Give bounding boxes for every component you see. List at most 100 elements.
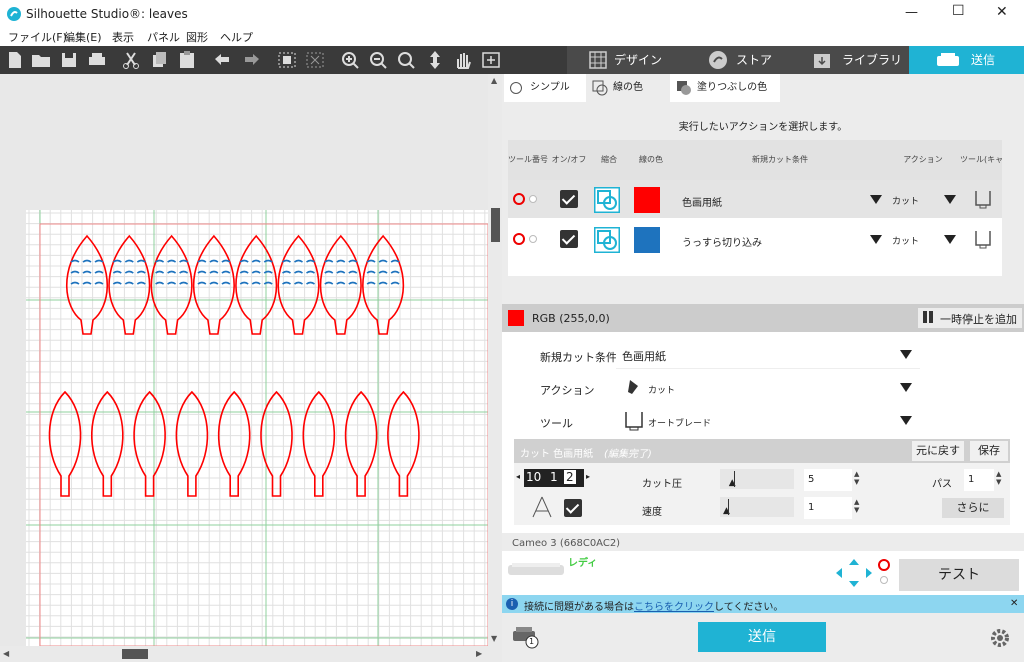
tool2-indicator-icon[interactable] bbox=[529, 235, 537, 243]
speed-input[interactable]: 1 bbox=[804, 497, 852, 519]
copy-icon[interactable] bbox=[148, 50, 170, 70]
design-canvas[interactable] bbox=[0, 74, 488, 646]
help-link[interactable]: こちらをクリック bbox=[634, 602, 714, 613]
cut-settings-note: (編集完了) bbox=[604, 449, 652, 460]
tab-send[interactable]: 送信 bbox=[909, 46, 1024, 74]
gear-icon[interactable] bbox=[990, 628, 1010, 648]
row-enabled-checkbox[interactable] bbox=[560, 190, 578, 208]
scroll-down-icon[interactable]: ▼ bbox=[491, 634, 497, 643]
scroll-left-icon[interactable]: ◀ bbox=[3, 649, 9, 658]
horizontal-scroll-thumb[interactable] bbox=[122, 649, 148, 659]
speed-slider[interactable]: ▲ bbox=[720, 497, 794, 517]
zoom-fit-icon[interactable] bbox=[396, 50, 418, 70]
table-row[interactable]: うっすら切り込み カット bbox=[508, 220, 1002, 258]
cut-icon[interactable] bbox=[120, 50, 142, 70]
vertical-scrollbar[interactable]: ▲ ▼ bbox=[488, 74, 502, 646]
scroll-right-icon[interactable]: ▶ bbox=[476, 649, 482, 658]
minimize-button[interactable]: — bbox=[905, 5, 918, 20]
store-logo-icon bbox=[709, 51, 727, 69]
open-folder-icon[interactable] bbox=[30, 50, 52, 70]
tab-fill-color[interactable]: 塗りつぶしの色 bbox=[670, 74, 780, 102]
pressure-spinner-icon[interactable]: ▲ ▼ bbox=[854, 470, 859, 486]
maximize-button[interactable]: ☐ bbox=[952, 3, 965, 19]
revert-button[interactable]: 元に戻す bbox=[912, 441, 964, 461]
menu-panel[interactable]: パネル bbox=[147, 29, 180, 45]
ungroup-icon[interactable] bbox=[304, 50, 326, 70]
close-window-button[interactable]: ✕ bbox=[996, 4, 1008, 20]
fill-color-icon bbox=[677, 81, 691, 95]
paste-icon[interactable] bbox=[176, 50, 198, 70]
undo-icon[interactable] bbox=[212, 50, 234, 70]
pressure-input[interactable]: 5 bbox=[804, 469, 852, 491]
zoom-in-icon[interactable] bbox=[340, 50, 362, 70]
save-icon[interactable] bbox=[58, 50, 80, 70]
chevron-down-icon[interactable] bbox=[944, 195, 956, 204]
tab-design[interactable]: デザイン bbox=[567, 46, 681, 74]
move-arrows-icon[interactable] bbox=[836, 559, 872, 587]
menu-shape[interactable]: 図形 bbox=[186, 29, 208, 45]
tab-line-color[interactable]: 線の色 bbox=[586, 74, 668, 102]
cutting-mat[interactable] bbox=[26, 210, 488, 646]
menu-edit[interactable]: 編集(E) bbox=[64, 29, 102, 45]
tab-simple[interactable]: シンプル bbox=[504, 74, 586, 102]
arrow-right-icon[interactable]: ▸ bbox=[586, 472, 590, 481]
tab-library[interactable]: ライブラリ bbox=[795, 46, 909, 74]
tool1-indicator-icon[interactable] bbox=[513, 193, 525, 205]
action-select[interactable]: カット bbox=[616, 374, 920, 402]
action-value: カット bbox=[648, 386, 676, 396]
more-button[interactable]: さらに bbox=[942, 498, 1004, 518]
merge-icon[interactable] bbox=[594, 227, 620, 253]
tab-design-label: デザイン bbox=[614, 53, 663, 67]
blade-digit-selected: 2 bbox=[564, 470, 576, 484]
arrow-left-icon[interactable]: ◂ bbox=[516, 472, 520, 481]
move-arrows-icon[interactable] bbox=[424, 50, 446, 70]
blade-depth-display: 10 1 2 bbox=[524, 469, 584, 487]
action-dropdown[interactable]: カット bbox=[892, 194, 919, 207]
chevron-down-icon[interactable] bbox=[870, 235, 882, 244]
pass-value: 1 bbox=[968, 474, 975, 485]
chevron-down-icon[interactable] bbox=[944, 235, 956, 244]
pressure-slider[interactable]: ▲ bbox=[720, 469, 794, 489]
printer-queue-icon[interactable] bbox=[512, 625, 540, 649]
tool2-indicator-icon[interactable] bbox=[529, 195, 537, 203]
scroll-up-icon[interactable]: ▲ bbox=[491, 76, 497, 85]
blade-depth-checkbox[interactable] bbox=[564, 499, 582, 517]
blade-tool-icon bbox=[975, 191, 991, 209]
grid-icon bbox=[589, 51, 607, 69]
test-button[interactable]: テスト bbox=[899, 559, 1019, 591]
condition-dropdown[interactable]: 色画用紙 bbox=[682, 194, 722, 209]
new-file-icon[interactable] bbox=[4, 50, 26, 70]
send-button[interactable]: 送信 bbox=[698, 622, 826, 652]
pass-spinner-icon[interactable]: ▲ ▼ bbox=[996, 470, 1001, 486]
merge-icon[interactable] bbox=[594, 187, 620, 213]
condition-select[interactable]: 色画用紙 bbox=[616, 341, 920, 369]
zoom-out-icon[interactable] bbox=[368, 50, 390, 70]
info-close-button[interactable]: ✕ bbox=[1010, 598, 1018, 609]
tool-select[interactable]: オートブレード bbox=[616, 407, 920, 435]
action-dropdown[interactable]: カット bbox=[892, 234, 919, 247]
line-color-swatch[interactable] bbox=[634, 227, 660, 253]
vertical-scroll-thumb[interactable] bbox=[491, 208, 500, 242]
chevron-down-icon[interactable] bbox=[870, 195, 882, 204]
row-enabled-checkbox[interactable] bbox=[560, 230, 578, 248]
pause-button[interactable]: 一時停止を追加 bbox=[918, 308, 1022, 328]
save-button[interactable]: 保存 bbox=[970, 441, 1008, 461]
tool1-indicator-icon[interactable] bbox=[513, 233, 525, 245]
line-color-swatch[interactable] bbox=[634, 187, 660, 213]
menu-file[interactable]: ファイル(F) bbox=[8, 29, 67, 45]
tool1-select-icon[interactable] bbox=[878, 559, 890, 571]
menu-view[interactable]: 表示 bbox=[112, 29, 134, 45]
print-icon[interactable] bbox=[86, 50, 108, 70]
pan-hand-icon[interactable] bbox=[452, 50, 474, 70]
add-page-icon[interactable] bbox=[480, 50, 502, 70]
group-icon[interactable] bbox=[276, 50, 298, 70]
speed-spinner-icon[interactable]: ▲ ▼ bbox=[854, 498, 859, 514]
pass-input[interactable]: 1 bbox=[964, 469, 994, 491]
redo-icon[interactable] bbox=[240, 50, 262, 70]
horizontal-scrollbar[interactable]: ◀ ▶ bbox=[0, 646, 502, 662]
condition-dropdown[interactable]: うっすら切り込み bbox=[682, 234, 762, 249]
tab-store[interactable]: ストア bbox=[681, 46, 795, 74]
menu-help[interactable]: ヘルプ bbox=[220, 29, 253, 45]
tool2-select-icon[interactable] bbox=[880, 576, 888, 584]
table-row[interactable]: 色画用紙 カット bbox=[508, 180, 1002, 218]
